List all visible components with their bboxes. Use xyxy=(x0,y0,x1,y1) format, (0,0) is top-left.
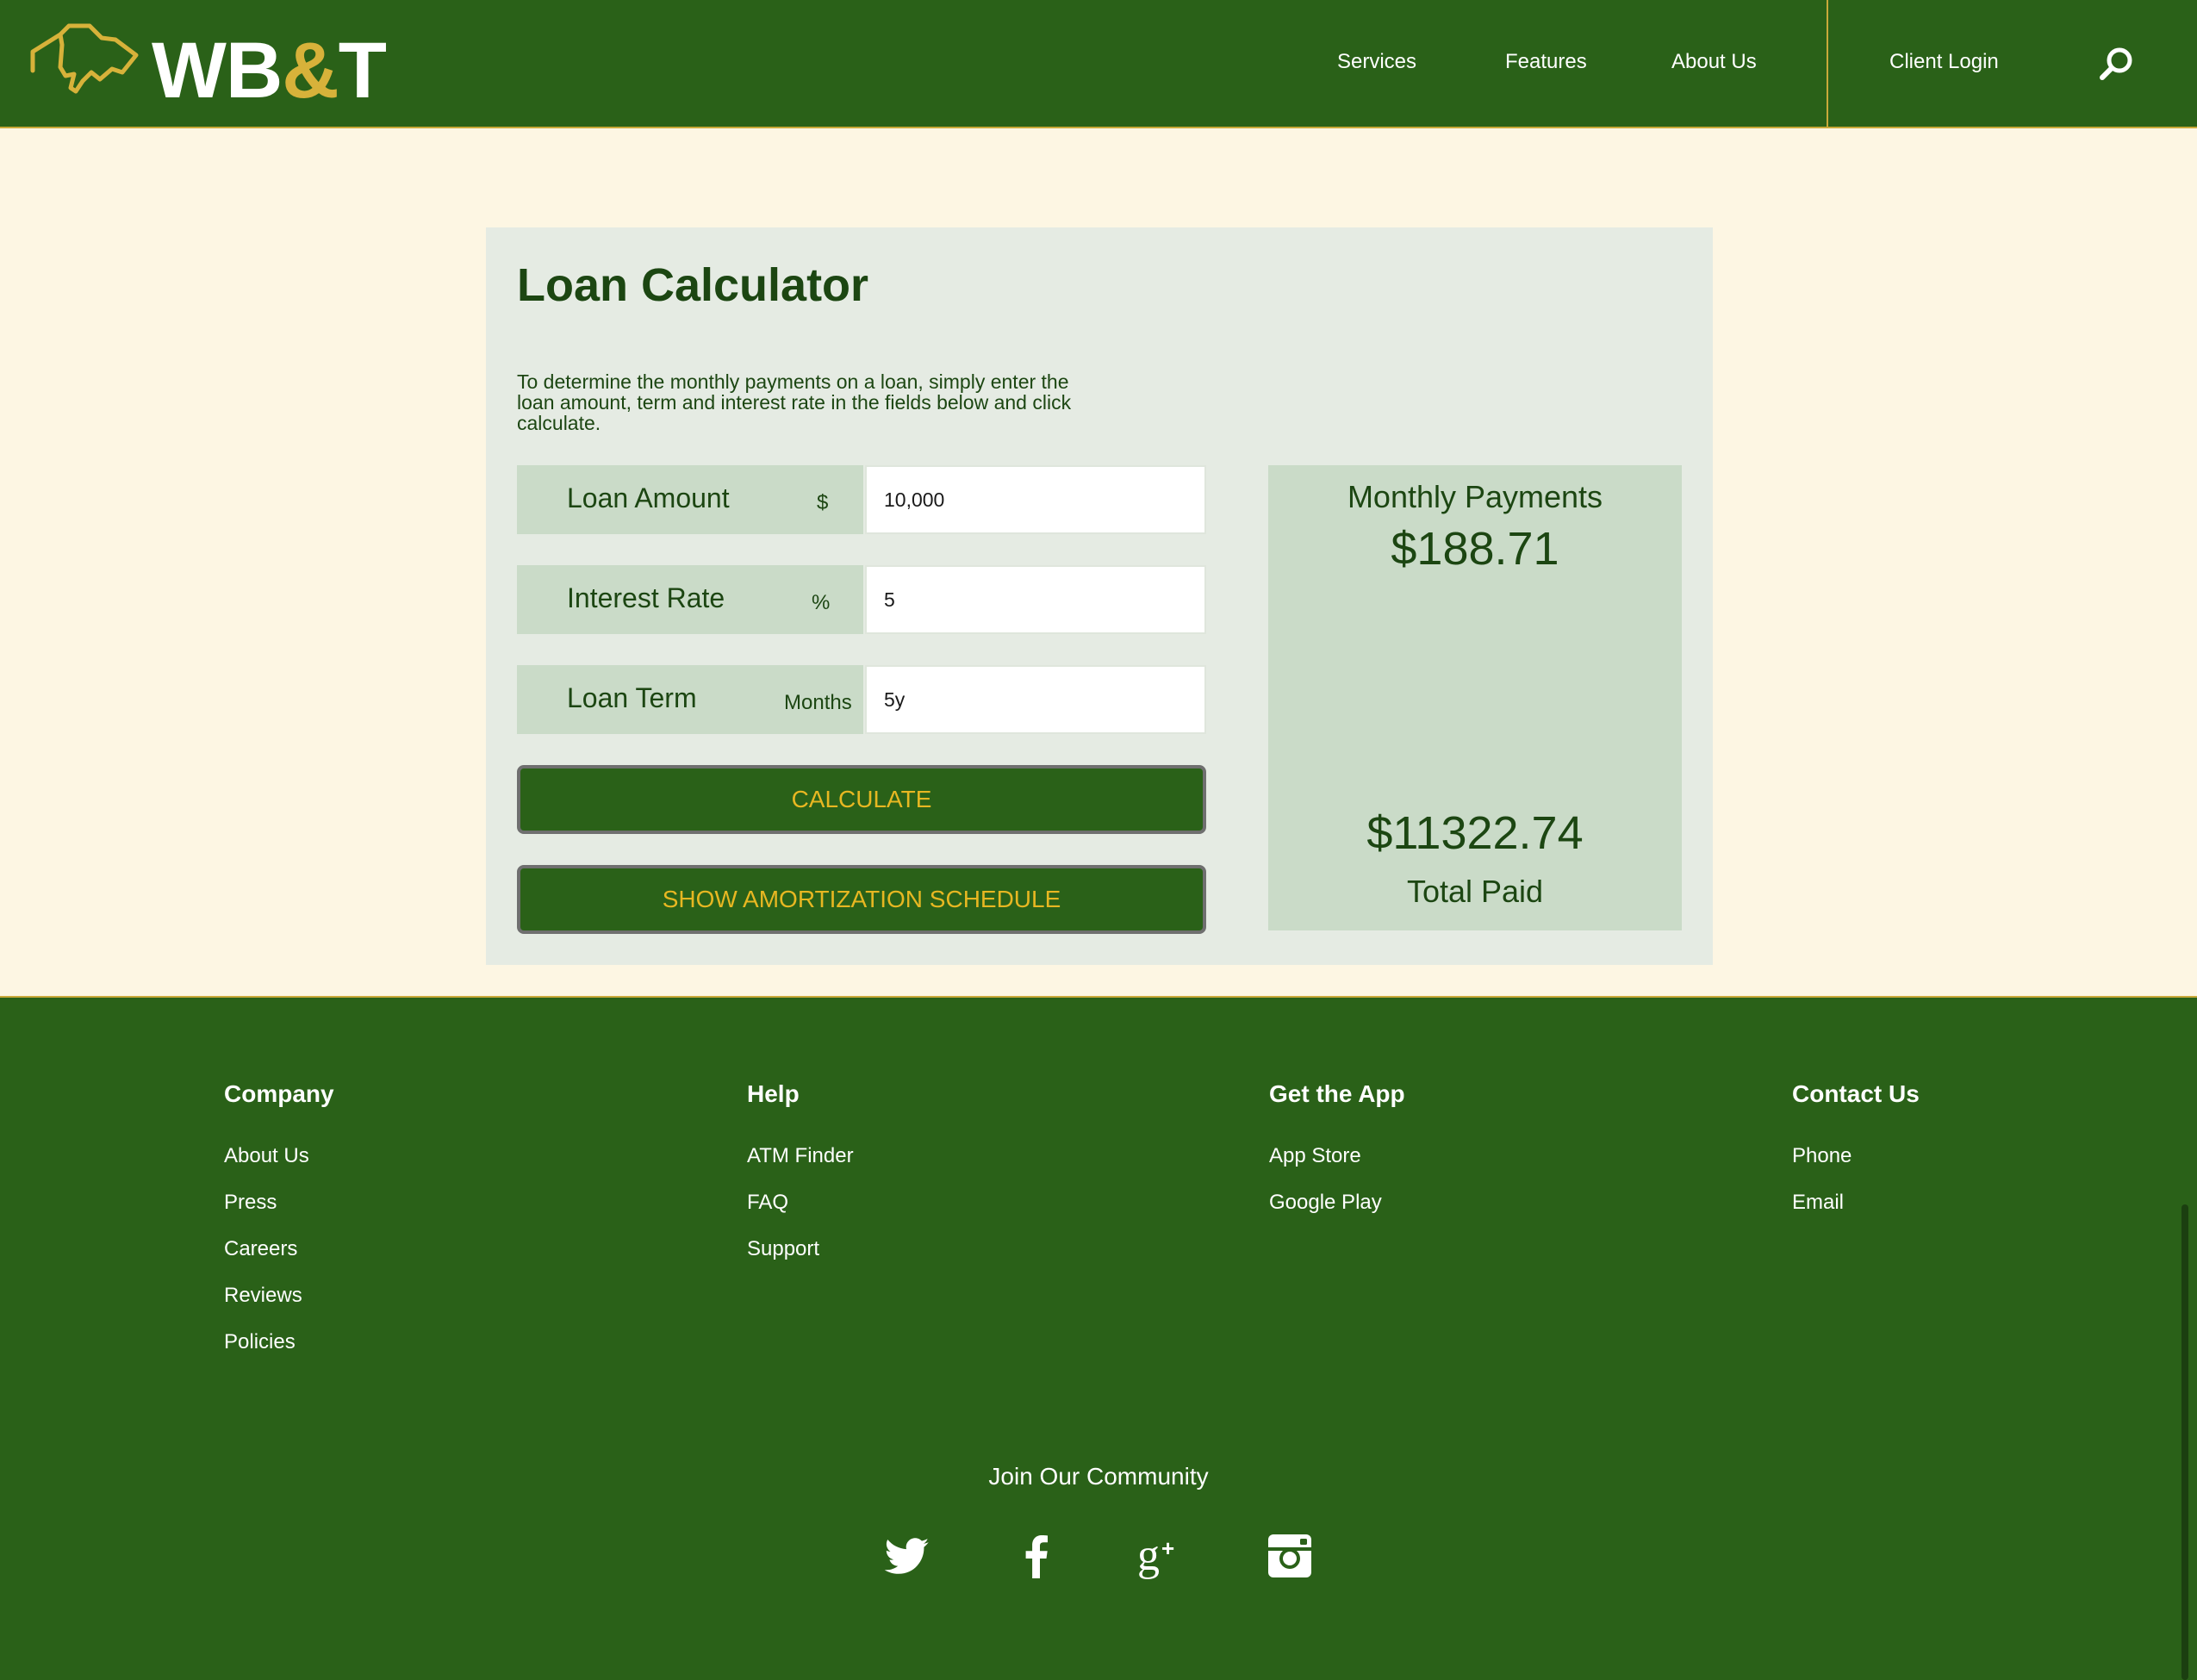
footer-column-get-the-app: Get the App App Store Google Play xyxy=(1269,1080,1405,1220)
loan-calculator-card: Loan Calculator To determine the monthly… xyxy=(486,227,1713,965)
loan-term-row: Loan Term Months xyxy=(517,665,1206,734)
loan-term-label-box: Loan Term Months xyxy=(517,665,863,734)
brand-wordmark: WB&T xyxy=(152,27,387,115)
loan-term-label: Loan Term xyxy=(567,682,697,713)
loan-amount-unit: $ xyxy=(817,491,829,514)
footer-heading: Get the App xyxy=(1269,1080,1405,1107)
brand-logo[interactable]: WB&T xyxy=(29,19,387,115)
footer-heading: Company xyxy=(224,1080,334,1107)
nav-features[interactable]: Features xyxy=(1505,50,1587,74)
site-footer: Company About Us Press Careers Reviews P… xyxy=(0,996,2197,1680)
footer-link-careers[interactable]: Careers xyxy=(224,1232,334,1266)
calculator-description: To determine the monthly payments on a l… xyxy=(517,370,1072,434)
page-title: Loan Calculator xyxy=(517,259,869,311)
footer-link-phone[interactable]: Phone xyxy=(1792,1139,1920,1173)
nav-services[interactable]: Services xyxy=(1337,50,1416,74)
monthly-payments-value: $188.71 xyxy=(1391,523,1559,575)
google-plus-icon[interactable]: g + xyxy=(1136,1530,1187,1582)
page-scrollbar[interactable] xyxy=(2181,1204,2188,1680)
svg-text:+: + xyxy=(1161,1535,1174,1561)
footer-link-about-us[interactable]: About Us xyxy=(224,1139,334,1173)
footer-link-email[interactable]: Email xyxy=(1792,1185,1920,1220)
loan-amount-input[interactable] xyxy=(865,465,1206,534)
bison-logo-icon xyxy=(30,23,139,94)
nav-about-us[interactable]: About Us xyxy=(1671,50,1757,74)
monthly-payments-label: Monthly Payments xyxy=(1347,479,1603,514)
results-panel: Monthly Payments $188.71 $11322.74 Total… xyxy=(1268,465,1682,930)
calculate-button[interactable]: CALCULATE xyxy=(517,765,1206,834)
footer-heading: Contact Us xyxy=(1792,1080,1920,1107)
loan-amount-row: Loan Amount $ xyxy=(517,465,1206,534)
footer-link-press[interactable]: Press xyxy=(224,1185,334,1220)
loan-amount-label-box: Loan Amount $ xyxy=(517,465,863,534)
instagram-icon[interactable] xyxy=(1264,1530,1316,1582)
twitter-icon[interactable] xyxy=(882,1530,934,1582)
interest-rate-unit: % xyxy=(812,591,831,614)
svg-text:g: g xyxy=(1137,1531,1160,1580)
nav-divider xyxy=(1827,0,1828,127)
interest-rate-row: Interest Rate % xyxy=(517,565,1206,634)
footer-link-faq[interactable]: FAQ xyxy=(747,1185,854,1220)
interest-rate-label-box: Interest Rate % xyxy=(517,565,863,634)
loan-term-unit: Months xyxy=(784,691,852,714)
footer-column-contact-us: Contact Us Phone Email xyxy=(1792,1080,1920,1220)
footer-link-policies[interactable]: Policies xyxy=(224,1325,334,1360)
loan-term-input[interactable] xyxy=(865,665,1206,734)
footer-column-help: Help ATM Finder FAQ Support xyxy=(747,1080,854,1266)
footer-heading: Help xyxy=(747,1080,800,1107)
interest-rate-input[interactable] xyxy=(865,565,1206,634)
search-icon[interactable] xyxy=(2095,43,2137,84)
footer-link-reviews[interactable]: Reviews xyxy=(224,1279,334,1313)
facebook-icon[interactable] xyxy=(1011,1530,1062,1582)
site-header: WB&T Services Features About Us Client L… xyxy=(0,0,2197,128)
footer-link-google-play[interactable]: Google Play xyxy=(1269,1185,1405,1220)
join-community-label: Join Our Community xyxy=(988,1463,1209,1490)
footer-column-company: Company About Us Press Careers Reviews P… xyxy=(224,1080,334,1360)
total-paid-value: $11322.74 xyxy=(1366,807,1584,859)
footer-link-support[interactable]: Support xyxy=(747,1232,854,1266)
footer-link-app-store[interactable]: App Store xyxy=(1269,1139,1405,1173)
loan-amount-label: Loan Amount xyxy=(567,482,730,513)
footer-link-atm-finder[interactable]: ATM Finder xyxy=(747,1139,854,1173)
nav-client-login[interactable]: Client Login xyxy=(1889,50,1999,74)
show-amortization-schedule-button[interactable]: SHOW AMORTIZATION SCHEDULE xyxy=(517,865,1206,934)
interest-rate-label: Interest Rate xyxy=(567,582,725,613)
total-paid-label: Total Paid xyxy=(1406,874,1544,909)
